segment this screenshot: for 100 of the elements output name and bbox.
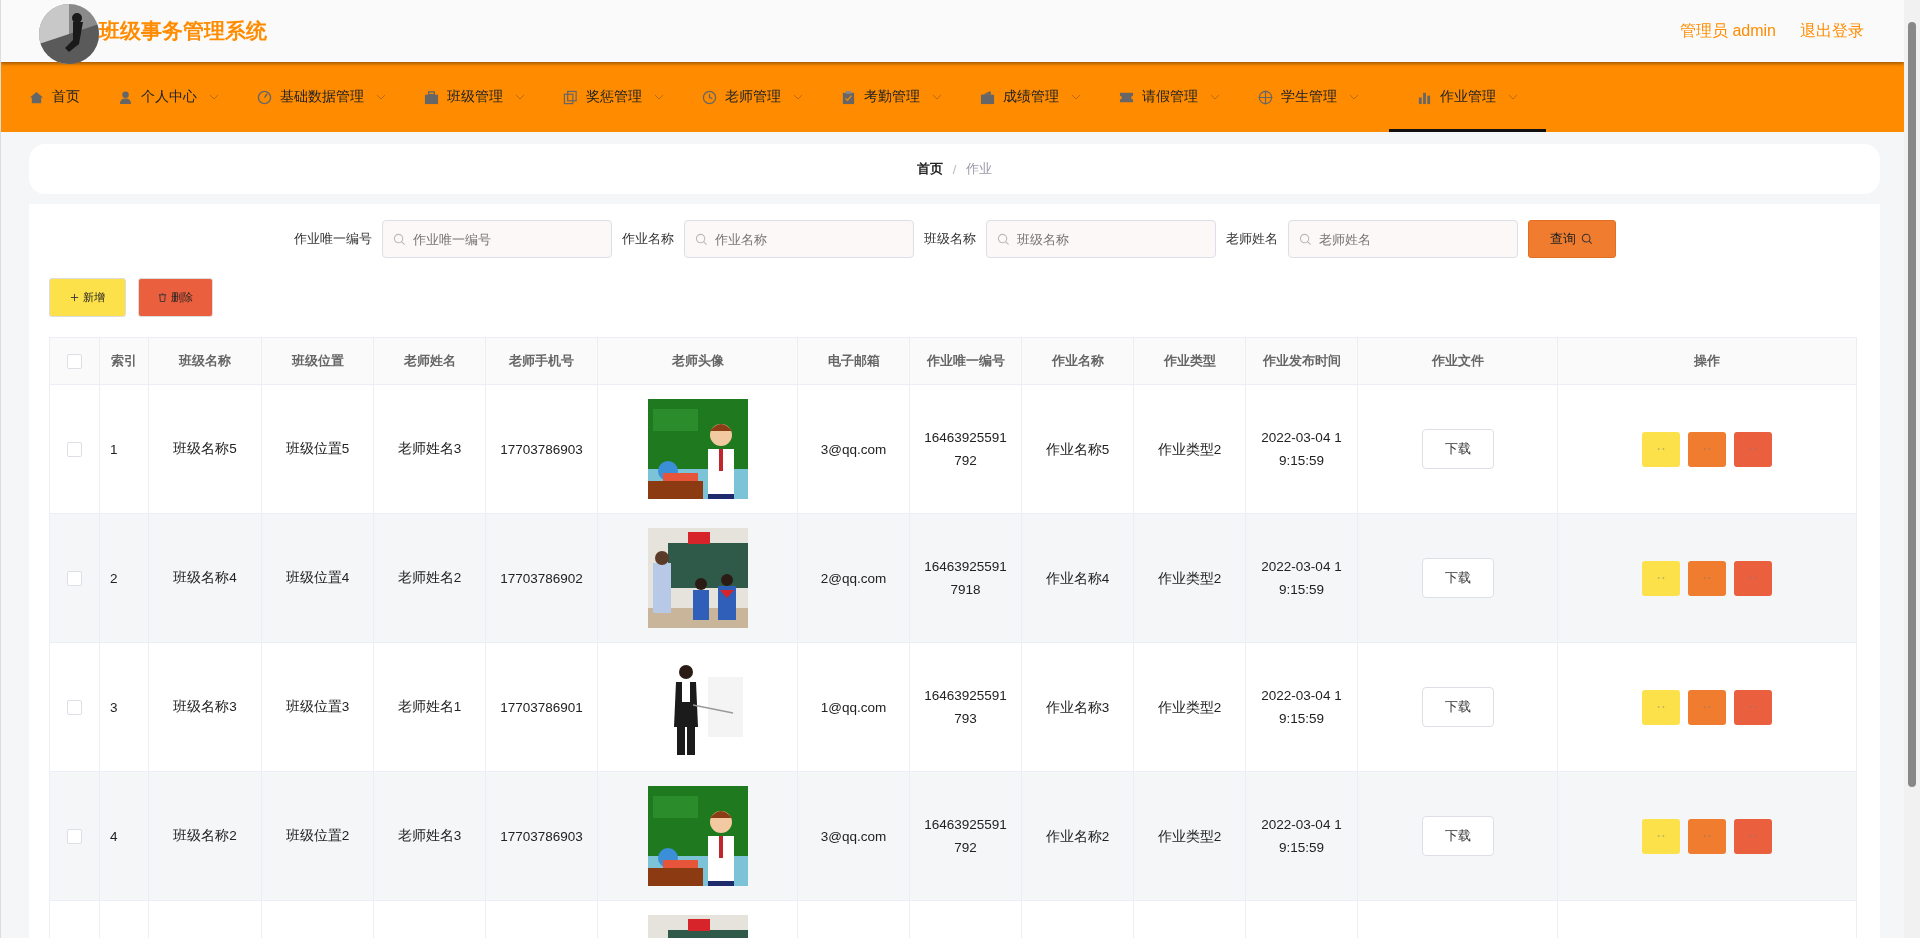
table-cell: 班级位置2 <box>285 828 350 843</box>
breadcrumb-separator: / <box>952 161 957 177</box>
row-checkbox[interactable] <box>67 699 82 715</box>
table-cell: 1 <box>110 441 118 457</box>
table-cell-text: 3@qq.com <box>820 827 887 846</box>
user-icon <box>118 89 133 105</box>
column-header: 班级位置 <box>261 337 374 385</box>
action-button[interactable] <box>1688 689 1726 725</box>
nav-item[interactable]: 个人中心 <box>104 62 243 132</box>
action-button[interactable] <box>1734 689 1772 725</box>
table-cell: 老师姓名3 <box>397 441 462 456</box>
table-cell: 班级位置5 <box>285 441 350 456</box>
table-cell-text: 作业名称5 <box>1045 440 1110 459</box>
table-cell: 班级位置4 <box>285 570 350 585</box>
column-header: 操作 <box>1557 337 1857 385</box>
table-cell: 老师姓名2 <box>397 570 462 585</box>
nav-item[interactable]: 班级管理 <box>410 62 549 132</box>
select-all-checkbox[interactable] <box>67 354 82 370</box>
nav-item[interactable]: 考勤管理 <box>827 62 966 132</box>
table-cell: 老师姓名3 <box>397 828 462 843</box>
table-cell: 班级名称2 <box>173 828 237 843</box>
table-cell: 17703786903 <box>500 828 583 844</box>
briefcase-icon <box>424 89 439 105</box>
app-title: 班级事务管理系统 <box>99 18 267 44</box>
nav-item[interactable]: 基础数据管理 <box>243 62 410 132</box>
crosshair-icon <box>1258 89 1273 105</box>
delete-button[interactable]: 删除 <box>138 278 213 317</box>
search-field[interactable]: 班级名称 <box>985 220 1216 258</box>
column-header: 电子邮箱 <box>797 337 910 385</box>
search-field[interactable]: 老师姓名 <box>1287 220 1518 258</box>
clipboard-icon <box>841 89 856 105</box>
column-header: 老师头像 <box>597 337 798 385</box>
nav-item[interactable]: 请假管理 <box>1105 62 1244 132</box>
table-cell-text: 2022-03-04 19:15:59 <box>1260 687 1343 728</box>
table-cell-text: 2022-03-04 19:15:59 <box>1260 558 1343 599</box>
table-cell-text: 作业名称2 <box>1045 827 1110 846</box>
copy-icon <box>563 89 578 105</box>
gauge-icon <box>257 89 272 105</box>
action-button[interactable] <box>1734 818 1772 854</box>
field-label: 作业唯一编号 <box>293 230 372 248</box>
table-cell: 3 <box>110 699 118 715</box>
home-icon <box>29 89 44 105</box>
search-icon <box>996 233 1010 246</box>
field-label: 班级名称 <box>923 230 976 248</box>
action-button[interactable] <box>1734 431 1772 467</box>
row-checkbox[interactable] <box>67 570 82 586</box>
nav-item[interactable]: 首页 <box>15 62 104 132</box>
search-field[interactable]: 作业唯一编号 <box>381 220 612 258</box>
search-icon <box>694 233 708 246</box>
table-cell-text: 3@qq.com <box>820 440 887 459</box>
scrollbar[interactable] <box>1904 0 1920 938</box>
clock-icon <box>702 89 717 105</box>
trash-icon <box>158 293 167 302</box>
table-cell-text: 作业类型2 <box>1157 440 1222 459</box>
nav-item[interactable]: 学生管理 <box>1244 62 1383 132</box>
column-header: 作业发布时间 <box>1245 337 1358 385</box>
row-checkbox[interactable] <box>67 828 82 844</box>
table-cell: 班级位置3 <box>285 699 350 714</box>
table-cell: 班级名称3 <box>173 699 237 714</box>
table-cell-text: 作业名称3 <box>1045 698 1110 717</box>
table-cell-text: 2022-03-04 19:15:59 <box>1260 816 1343 857</box>
table-cell: 17703786902 <box>500 570 583 586</box>
column-header: 作业名称 <box>1021 337 1134 385</box>
add-button[interactable]: 新增 <box>49 278 126 317</box>
row-checkbox[interactable] <box>67 441 82 457</box>
table-cell-text: 1@qq.com <box>820 698 887 717</box>
column-header: 索引 <box>99 337 149 385</box>
wallet-icon <box>980 89 995 105</box>
nav-item[interactable]: 作业管理 <box>1389 62 1546 132</box>
download-button[interactable]: 下载 <box>1421 687 1494 727</box>
query-button[interactable]: 查询 <box>1527 220 1616 258</box>
download-button[interactable]: 下载 <box>1421 558 1494 598</box>
column-header: 作业唯一编号 <box>909 337 1022 385</box>
action-button[interactable] <box>1734 560 1772 596</box>
table-cell: 班级名称5 <box>173 441 237 456</box>
action-button[interactable] <box>1688 431 1726 467</box>
table-cell-text: 作业类型2 <box>1157 569 1222 588</box>
download-button[interactable]: 下载 <box>1421 429 1494 469</box>
nav-item[interactable]: 奖惩管理 <box>549 62 688 132</box>
table-cell: 17703786901 <box>500 699 583 715</box>
table-cell-text: 16463925591792 <box>923 816 1008 857</box>
action-button[interactable] <box>1688 818 1726 854</box>
field-label: 作业名称 <box>621 230 674 248</box>
table-cell-text: 2022-03-04 19:15:59 <box>1260 429 1343 470</box>
column-header: 老师姓名 <box>373 337 486 385</box>
search-icon <box>392 233 406 246</box>
nav-item[interactable]: 老师管理 <box>688 62 827 132</box>
nav-item[interactable]: 成绩管理 <box>966 62 1105 132</box>
table-cell: 17703786903 <box>500 441 583 457</box>
table-cell-text: 2@qq.com <box>820 569 887 588</box>
table-cell: 4 <box>110 828 118 844</box>
search-field[interactable]: 作业名称 <box>683 220 914 258</box>
action-button[interactable] <box>1688 560 1726 596</box>
table-cell: 班级名称4 <box>173 570 237 585</box>
breadcrumb-link[interactable]: 首页 <box>916 160 943 178</box>
field-label: 老师姓名 <box>1225 230 1278 248</box>
column-header: 作业文件 <box>1357 337 1558 385</box>
column-header: 老师手机号 <box>485 337 598 385</box>
download-button[interactable]: 下载 <box>1421 816 1494 856</box>
table-cell-text: 16463925591793 <box>923 687 1008 728</box>
